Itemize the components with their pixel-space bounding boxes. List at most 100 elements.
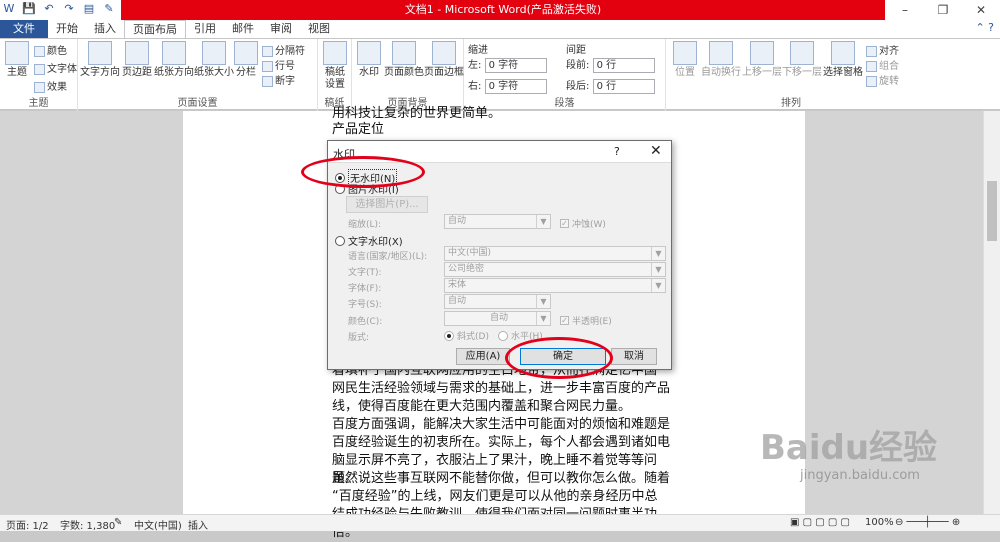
watermark-label: 水印 [359,67,379,78]
text-direction-button[interactable]: 文字方向 [80,41,120,79]
paper-size-button[interactable]: 纸张大小 [194,41,234,79]
chevron-down-icon: ▼ [536,215,550,228]
doc-line-4: 网民生活经验领域与需求的基础上，进一步丰富百度的产品 [332,381,671,396]
color-select[interactable]: 自动 ▼ [444,311,551,326]
zoom-slider[interactable]: ⊖ ───┼─── ⊕ [895,517,960,528]
tab-page-layout[interactable]: 页面布局 [124,20,186,38]
selection-pane-label: 选择窗格 [823,67,863,78]
page-borders-button[interactable]: 页面边框 [424,41,464,79]
columns-button[interactable]: 分栏 [234,41,258,79]
tab-review[interactable]: 审阅 [262,20,300,38]
spacing-heading: 间距 [566,45,586,56]
text-watermark-radio[interactable]: 文字水印(X) [335,233,403,248]
spacing-after-field[interactable]: 段后: 0 行 [566,77,655,94]
text-value: 公司绝密 [448,264,485,274]
tab-mailings[interactable]: 邮件 [224,20,262,38]
apply-button[interactable]: 应用(A) [456,348,510,365]
page-color-button[interactable]: 页面颜色 [384,41,424,79]
tab-view[interactable]: 视图 [300,20,338,38]
word-app-icon: W [3,2,15,15]
zoom-level[interactable]: 100% [865,517,894,528]
manuscript-button[interactable]: 稿纸 设置 [321,41,349,91]
theme-colors-button[interactable]: 颜色 [34,42,67,57]
page-borders-label: 页面边框 [424,67,464,78]
breaks-icon [262,45,273,57]
diagonal-radio[interactable]: 斜式(D) [444,329,489,342]
washout-checkbox[interactable]: ✓ 冲蚀(W) [560,217,606,230]
selection-pane-button[interactable]: 选择窗格 [822,41,864,79]
undo-icon[interactable]: ↶ [42,2,56,16]
close-window-button[interactable]: ✕ [962,0,1000,20]
size-select[interactable]: 自动 ▼ [444,294,551,309]
rotate-button[interactable]: 旋转 [866,72,899,87]
dialog-help-button[interactable]: ? [614,145,620,158]
redo-icon[interactable]: ↷ [62,2,76,16]
indent-left-value[interactable]: 0 字符 [484,57,547,73]
hyphenation-button[interactable]: 断字 [262,72,295,87]
new-doc-icon[interactable]: ▤ [82,2,96,16]
semitransparent-checkbox[interactable]: ✓ 半透明(E) [560,314,612,327]
tab-references[interactable]: 引用 [186,20,224,38]
themes-button[interactable]: 主题 [2,41,32,79]
position-icon [673,41,697,65]
vertical-scrollbar[interactable] [983,111,1000,514]
language-label: 语言(国家/地区)(L): [348,252,428,262]
tab-home[interactable]: 开始 [48,20,86,38]
select-picture-button[interactable]: 选择图片(P)... [346,196,428,213]
theme-effects-button[interactable]: 效果 [34,78,67,93]
restore-button[interactable]: ❐ [924,0,962,20]
indent-right-field[interactable]: 右: 0 字符 [468,77,547,94]
tab-insert[interactable]: 插入 [86,20,124,38]
help-icon[interactable]: ⌃ ? [975,21,994,34]
word-count[interactable]: 字数: 1,380 [60,517,115,532]
format-painter-icon[interactable]: ✎ [102,2,116,16]
scale-select[interactable]: 自动 ▼ [444,214,551,229]
cancel-button[interactable]: 取消 [611,348,657,365]
dialog-close-button[interactable]: ✕ [650,143,662,159]
align-button[interactable]: 对齐 [866,42,899,57]
size-label: 字号(S): [348,300,382,310]
spacing-before-label: 段前: [566,60,590,71]
columns-icon [234,41,258,65]
watermark-button[interactable]: 水印 [354,41,384,79]
chevron-down-icon: ▼ [651,279,665,292]
font-select[interactable]: 宋体 ▼ [444,278,666,293]
view-buttons[interactable]: ▣ ▢ ▢ ▢ ▢ [790,517,850,528]
bring-forward-button[interactable]: 上移一层 [742,41,782,79]
spacing-before-value[interactable]: 0 行 [592,57,655,73]
margins-button[interactable]: 页边距 [120,41,154,79]
scrollbar-thumb[interactable] [987,181,997,241]
palette-icon [34,45,45,57]
language-value: 中文(中国) [448,248,492,258]
theme-fonts-button[interactable]: 文字体 [34,60,77,75]
save-icon[interactable]: 💾 [22,2,36,16]
spacing-after-value[interactable]: 0 行 [592,78,655,94]
color-value: 自动 [489,313,508,323]
checkbox-checked-icon: ✓ [560,316,569,325]
group-objects-label: 组合 [879,61,899,72]
orientation-button[interactable]: 纸张方向 [154,41,194,79]
wrap-text-button[interactable]: 自动换行 [700,41,742,79]
proofing-icon[interactable]: ✎ [114,517,122,528]
language-select[interactable]: 中文(中国) ▼ [444,246,666,261]
font-value: 宋体 [448,280,467,290]
minimize-button[interactable]: – [886,0,924,20]
send-backward-icon [790,41,814,65]
send-backward-button[interactable]: 下移一层 [782,41,822,79]
insert-mode-indicator[interactable]: 插入 [188,517,208,532]
tab-file[interactable]: 文件 [0,20,48,38]
text-select[interactable]: 公司绝密 ▼ [444,262,666,277]
group-objects-button[interactable]: 组合 [866,57,899,72]
spacing-before-field[interactable]: 段前: 0 行 [566,56,655,73]
page-count[interactable]: 页面: 1/2 [6,517,49,532]
hyphenation-icon [262,75,273,87]
language-indicator[interactable]: 中文(中国) [134,517,182,532]
line-numbers-button[interactable]: 行号 [262,57,295,72]
semitransparent-label: 半透明(E) [572,317,612,327]
indent-right-value[interactable]: 0 字符 [484,78,547,94]
indent-left-label: 左: [468,60,482,71]
indent-left-field[interactable]: 左: 0 字符 [468,56,547,73]
group-page-setup-label: 页面设置 [177,98,218,109]
breaks-button[interactable]: 分隔符 [262,42,305,57]
position-button[interactable]: 位置 [670,41,700,79]
